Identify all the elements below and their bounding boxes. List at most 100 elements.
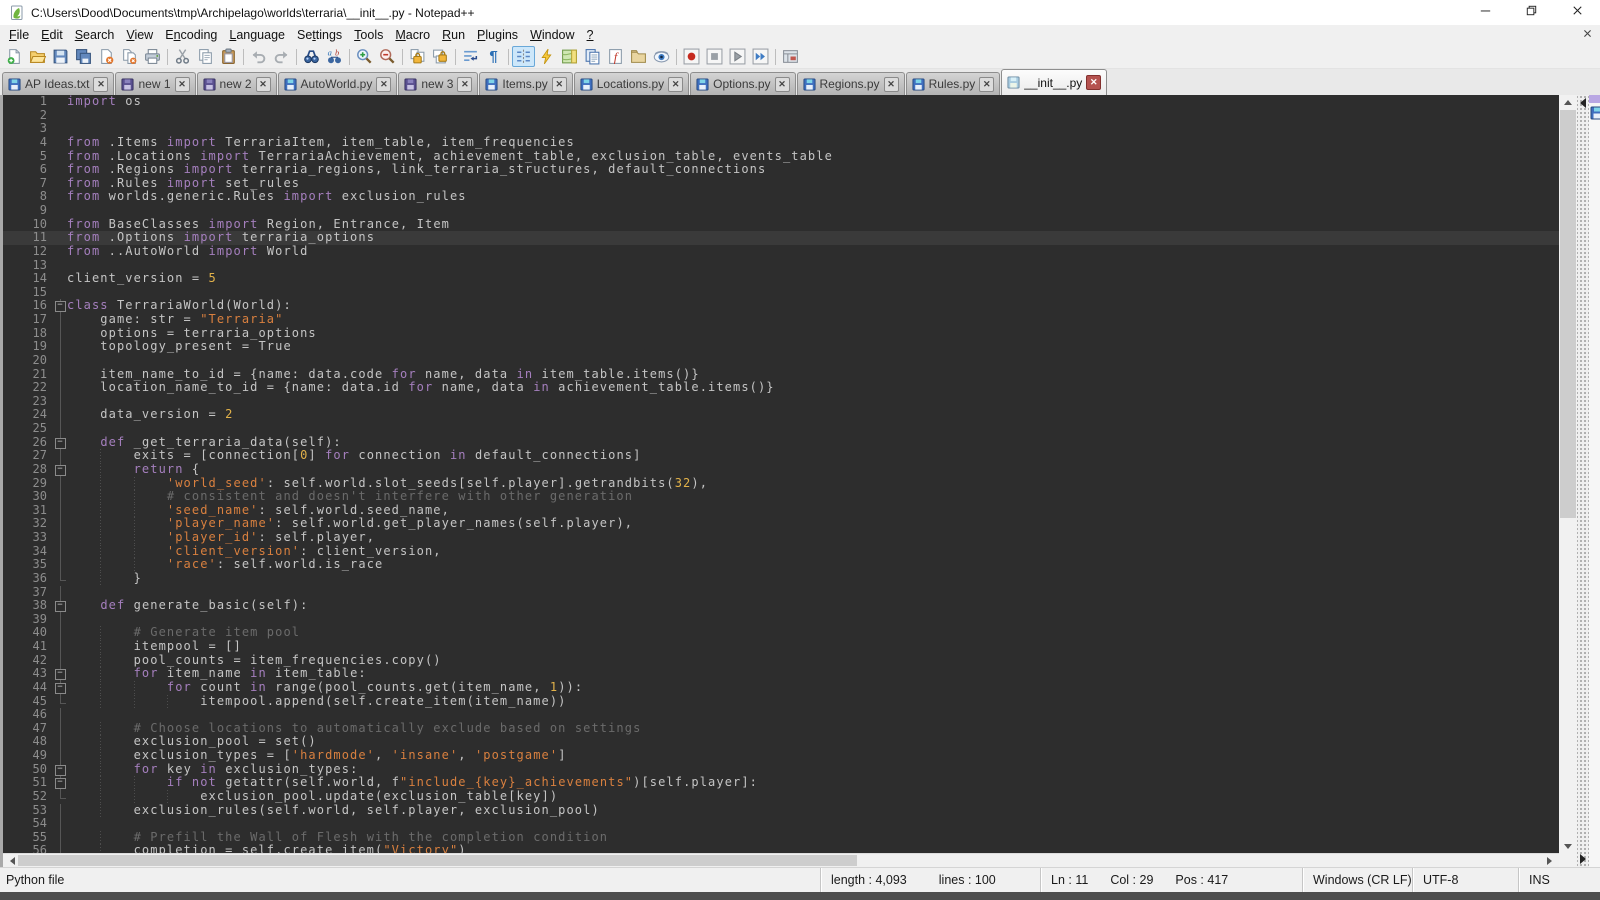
toolbar-button-copy[interactable] xyxy=(194,46,217,67)
toolbar-button-save-macro[interactable] xyxy=(779,46,802,67)
toolbar-button-run-macro-multiple[interactable] xyxy=(749,46,772,67)
horizontal-scroll-track[interactable] xyxy=(18,854,1544,867)
horizontal-scroll-thumb[interactable] xyxy=(18,855,857,866)
code-line-52[interactable]: 52 exclusion_pool.update(exclusion_table… xyxy=(3,790,1559,804)
code-line-36[interactable]: 36 } xyxy=(3,572,1559,586)
menu-item-macro[interactable]: Macro xyxy=(389,26,436,44)
code-line-31[interactable]: 31 'seed_name': self.world.seed_name, xyxy=(3,504,1559,518)
code-line-49[interactable]: 49 exclusion_types = ['hardmode', 'insan… xyxy=(3,749,1559,763)
code-line-56[interactable]: 56 completion = self.create_item("Victor… xyxy=(3,844,1559,853)
tab-close-icon[interactable]: ✕ xyxy=(552,77,567,92)
code-line-5[interactable]: 5from .Locations import TerrariaAchievem… xyxy=(3,150,1559,164)
restore-button[interactable] xyxy=(1508,0,1554,25)
toolbar-button-close-file[interactable] xyxy=(95,46,118,67)
code-line-33[interactable]: 33 'player_id': self.player, xyxy=(3,531,1559,545)
menu-item-file[interactable]: File xyxy=(3,26,35,44)
toolbar-button-document-list[interactable] xyxy=(581,46,604,67)
code-line-9[interactable]: 9 xyxy=(3,204,1559,218)
code-line-45[interactable]: 45 itempool.append(self.create_item(item… xyxy=(3,695,1559,709)
toolbar-button-document-map[interactable] xyxy=(558,46,581,67)
toolbar-button-new-file[interactable] xyxy=(3,46,26,67)
fold-collapse-icon[interactable]: − xyxy=(55,669,66,680)
toolbar-button-zoom-in[interactable] xyxy=(353,46,376,67)
tab-close-icon[interactable]: ✕ xyxy=(668,77,683,92)
toolbar-button-folder-as-workspace[interactable] xyxy=(627,46,650,67)
code-line-42[interactable]: 42 pool_counts = item_frequencies.copy() xyxy=(3,654,1559,668)
code-line-23[interactable]: 23 xyxy=(3,395,1559,409)
code-line-1[interactable]: 1import os xyxy=(3,95,1559,109)
close-button[interactable] xyxy=(1554,0,1600,25)
code-line-7[interactable]: 7from .Rules import set_rules xyxy=(3,177,1559,191)
code-line-39[interactable]: 39 xyxy=(3,613,1559,627)
tab-new-3[interactable]: new 3✕ xyxy=(398,72,478,95)
code-line-12[interactable]: 12from ..AutoWorld import World xyxy=(3,245,1559,259)
code-line-18[interactable]: 18 options = terraria_options xyxy=(3,327,1559,341)
toolbar-button-close-all[interactable] xyxy=(118,46,141,67)
toolbar-button-monitoring[interactable] xyxy=(650,46,673,67)
toolbar-button-word-wrap[interactable] xyxy=(459,46,482,67)
toolbar-button-lightning[interactable] xyxy=(535,46,558,67)
scroll-right-icon[interactable] xyxy=(1544,854,1559,867)
tab-locations-py[interactable]: Locations.py✕ xyxy=(574,72,689,95)
scroll-down-icon[interactable] xyxy=(1559,839,1577,854)
menu-item-settings[interactable]: Settings xyxy=(291,26,348,44)
close-document-button[interactable] xyxy=(1578,27,1596,43)
code-line-32[interactable]: 32 'player_name': self.world.get_player_… xyxy=(3,517,1559,531)
code-line-10[interactable]: 10from BaseClasses import Region, Entran… xyxy=(3,218,1559,232)
code-line-48[interactable]: 48 exclusion_pool = set() xyxy=(3,735,1559,749)
code-line-34[interactable]: 34 'client_version': client_version, xyxy=(3,545,1559,559)
tab-close-icon[interactable]: ✕ xyxy=(775,77,790,92)
code-line-11[interactable]: 11from .Options import terraria_options xyxy=(3,231,1559,245)
code-line-43[interactable]: 43− for item_name in item_table: xyxy=(3,667,1559,681)
toolbar-button-open-file[interactable] xyxy=(26,46,49,67)
toolbar-button-show-indent-guide[interactable] xyxy=(512,46,535,67)
code-line-47[interactable]: 47 # Choose locations to automatically e… xyxy=(3,722,1559,736)
toolbar-button-replace[interactable]: ab xyxy=(323,46,346,67)
code-line-2[interactable]: 2 xyxy=(3,109,1559,123)
toolbar-button-function-list[interactable]: f xyxy=(604,46,627,67)
code-line-37[interactable]: 37 xyxy=(3,586,1559,600)
code-line-20[interactable]: 20 xyxy=(3,354,1559,368)
code-line-55[interactable]: 55 # Prefill the Wall of Flesh with the … xyxy=(3,831,1559,845)
toolbar-button-save-all[interactable] xyxy=(72,46,95,67)
vertical-scrollbar[interactable] xyxy=(1559,95,1577,867)
code-viewport[interactable]: 1import os234from .Items import Terraria… xyxy=(3,95,1559,853)
fold-collapse-icon[interactable]: − xyxy=(55,778,66,789)
menu-item-window[interactable]: Window xyxy=(524,26,580,44)
tab-options-py[interactable]: Options.py✕ xyxy=(690,72,795,95)
panel-splitter-rail[interactable] xyxy=(1577,95,1589,867)
collapse-right-icon[interactable] xyxy=(1580,854,1586,864)
code-line-3[interactable]: 3 xyxy=(3,122,1559,136)
toolbar-button-print[interactable] xyxy=(141,46,164,67)
toolbar-button-cut[interactable] xyxy=(171,46,194,67)
code-line-13[interactable]: 13 xyxy=(3,259,1559,273)
code-line-28[interactable]: 28− return { xyxy=(3,463,1559,477)
toolbar-button-paste[interactable] xyxy=(217,46,240,67)
code-line-6[interactable]: 6from .Regions import terraria_regions, … xyxy=(3,163,1559,177)
fold-collapse-icon[interactable]: − xyxy=(55,301,66,312)
minimize-button[interactable] xyxy=(1462,0,1508,25)
tab-close-icon[interactable]: ✕ xyxy=(979,77,994,92)
toolbar-button-sync-vertical-scroll[interactable] xyxy=(406,46,429,67)
menu-item-tools[interactable]: Tools xyxy=(348,26,389,44)
tab-close-icon[interactable]: ✕ xyxy=(457,77,472,92)
code-line-30[interactable]: 30 # consistent and doesn't interfere wi… xyxy=(3,490,1559,504)
tab-close-icon[interactable]: ✕ xyxy=(376,77,391,92)
tab-close-icon[interactable]: ✕ xyxy=(175,77,190,92)
tab-regions-py[interactable]: Regions.py✕ xyxy=(797,72,905,95)
toolbar-button-undo[interactable] xyxy=(247,46,270,67)
code-line-50[interactable]: 50− for key in exclusion_types: xyxy=(3,763,1559,777)
code-line-53[interactable]: 53 exclusion_rules(self.world, self.play… xyxy=(3,804,1559,818)
tab-ap-ideas-txt[interactable]: AP Ideas.txt✕ xyxy=(2,72,114,95)
code-line-38[interactable]: 38− def generate_basic(self): xyxy=(3,599,1559,613)
toolbar-button-redo[interactable] xyxy=(270,46,293,67)
code-line-51[interactable]: 51− if not getattr(self.world, f"include… xyxy=(3,776,1559,790)
menu-item-help[interactable]: ? xyxy=(581,26,600,44)
menu-item-encoding[interactable]: Encoding xyxy=(159,26,223,44)
code-line-46[interactable]: 46 xyxy=(3,708,1559,722)
code-line-35[interactable]: 35 'race': self.world.is_race xyxy=(3,558,1559,572)
tab-new-1[interactable]: new 1✕ xyxy=(115,72,195,95)
code-line-15[interactable]: 15 xyxy=(3,286,1559,300)
code-line-8[interactable]: 8from worlds.generic.Rules import exclus… xyxy=(3,190,1559,204)
menu-item-view[interactable]: View xyxy=(120,26,159,44)
